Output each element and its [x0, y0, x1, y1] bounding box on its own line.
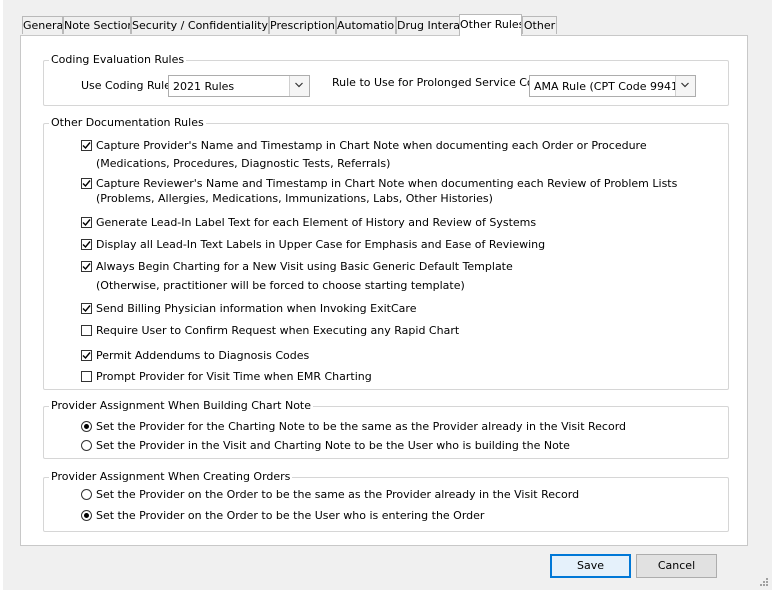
tab-strip: General Note Sections Security / Confide…	[20, 14, 560, 36]
tab-automation[interactable]: Automation	[336, 16, 396, 34]
use-coding-rule-value: 2021 Rules	[173, 80, 235, 93]
cancel-button[interactable]: Cancel	[636, 554, 717, 578]
tab-general[interactable]: General	[22, 16, 63, 34]
chevron-down-icon	[295, 82, 303, 88]
option-label: Generate Lead-In Label Text for each Ele…	[96, 216, 537, 229]
option-label: Capture Reviewer's Name and Timestamp in…	[96, 177, 678, 190]
option-sublabel: (Medications, Procedures, Diagnostic Tes…	[96, 157, 391, 170]
tab-security-confidentiality[interactable]: Security / Confidentiality	[131, 16, 269, 34]
checkmark-icon	[82, 263, 91, 271]
chevron-down-icon	[681, 82, 689, 88]
radio-button[interactable]	[81, 510, 92, 521]
tab-other[interactable]: Other	[522, 16, 557, 34]
option-label: Require User to Confirm Request when Exe…	[96, 324, 460, 337]
checkmark-icon	[82, 142, 91, 150]
checkbox[interactable]	[81, 350, 92, 361]
orders-assignment-title: Provider Assignment When Creating Orders	[49, 470, 293, 483]
checkmark-icon	[82, 305, 91, 313]
option-label: Capture Provider's Name and Timestamp in…	[96, 139, 647, 152]
option-label: Set the Provider in the Visit and Charti…	[96, 439, 570, 452]
checkbox[interactable]	[81, 239, 92, 250]
option-label: Always Begin Charting for a New Visit us…	[96, 260, 513, 273]
checkbox[interactable]	[81, 178, 92, 189]
radio-selected-dot	[84, 513, 89, 518]
tab-prescriptions[interactable]: Prescriptions	[269, 16, 336, 34]
coding-evaluation-title: Coding Evaluation Rules	[49, 53, 187, 66]
use-coding-rule-dropdown-button[interactable]	[289, 76, 309, 96]
option-sublabel: (Problems, Allergies, Medications, Immun…	[96, 192, 493, 205]
radio-selected-dot	[84, 424, 89, 429]
save-button[interactable]: Save	[550, 554, 631, 578]
checkmark-icon	[82, 241, 91, 249]
option-label: Prompt Provider for Visit Time when EMR …	[96, 370, 372, 383]
radio-button[interactable]	[81, 421, 92, 432]
radio-button[interactable]	[81, 440, 92, 451]
use-coding-rule-select[interactable]: 2021 Rules	[168, 75, 310, 97]
checkmark-icon	[82, 180, 91, 188]
use-coding-rule-label: Use Coding Rule:	[81, 79, 175, 92]
checkbox[interactable]	[81, 303, 92, 314]
other-documentation-title: Other Documentation Rules	[49, 116, 206, 129]
checkbox[interactable]	[81, 261, 92, 272]
option-label: Set the Provider on the Order to be the …	[96, 509, 485, 522]
radio-button[interactable]	[81, 489, 92, 500]
option-label: Send Billing Physician information when …	[96, 302, 417, 315]
option-label: Display all Lead-In Text Labels in Upper…	[96, 238, 546, 251]
tab-note-sections[interactable]: Note Sections	[63, 16, 131, 34]
prolonged-service-dropdown-button[interactable]	[675, 76, 695, 96]
other-rules-panel: Coding Evaluation Rules Use Coding Rule:…	[20, 35, 748, 546]
resize-grip-icon[interactable]	[758, 576, 768, 586]
checkbox[interactable]	[81, 140, 92, 151]
chart-note-assignment-title: Provider Assignment When Building Chart …	[49, 399, 314, 412]
tab-other-rules[interactable]: Other Rules	[459, 14, 522, 36]
prolonged-service-label: Rule to Use for Prolonged Service Coding…	[332, 76, 562, 89]
option-label: Set the Provider on the Order to be the …	[96, 488, 580, 501]
window-left-edge	[0, 0, 3, 590]
checkbox[interactable]	[81, 371, 92, 382]
option-label: Set the Provider for the Charting Note t…	[96, 420, 627, 433]
orders-assignment-group: Provider Assignment When Creating Orders	[43, 470, 729, 532]
prolonged-service-value: AMA Rule (CPT Code 99417)	[534, 80, 690, 93]
checkbox[interactable]	[81, 217, 92, 228]
checkmark-icon	[82, 219, 91, 227]
option-sublabel: (Otherwise, practitioner will be forced …	[96, 279, 465, 292]
checkbox[interactable]	[81, 325, 92, 336]
option-label: Permit Addendums to Diagnosis Codes	[96, 349, 310, 362]
prolonged-service-select[interactable]: AMA Rule (CPT Code 99417)	[529, 75, 696, 97]
checkmark-icon	[82, 352, 91, 360]
